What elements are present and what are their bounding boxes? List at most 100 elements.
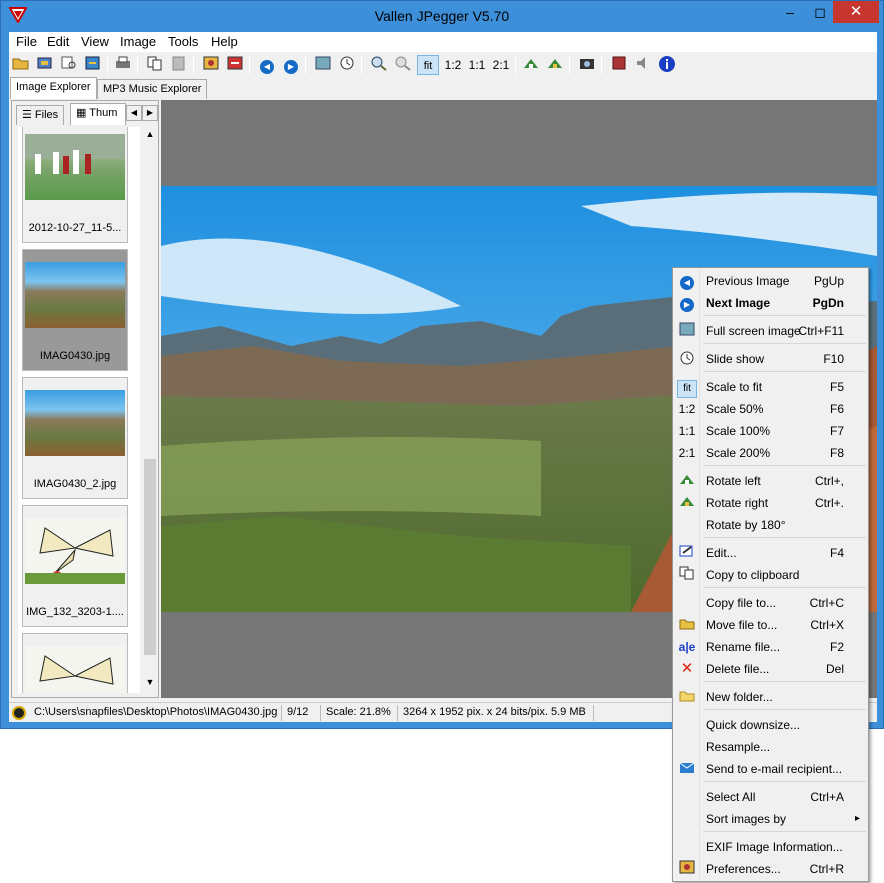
menu-file[interactable]: File [16, 34, 37, 49]
menu-item-scale-200[interactable]: 2:1 Scale 200% F8 [675, 442, 866, 464]
menu-item-copy-to-clipboard[interactable]: Copy to clipboard [675, 564, 866, 586]
thumbnail-panel: ☰ Files ▦ Thum ◀ ▶ 2012-10-27_11-5... IM… [11, 100, 159, 698]
thumbnail-scrollbar[interactable]: ▲ ▼ [142, 127, 158, 693]
menu-item-label: Scale 50% [706, 402, 764, 416]
tab-mp3-music-explorer[interactable]: MP3 Music Explorer [97, 79, 208, 99]
fullscreen-icon[interactable] [313, 55, 333, 75]
tab-image-explorer[interactable]: Image Explorer [10, 77, 97, 99]
menu-item-scale-to-fit[interactable]: fit Scale to fit F5 [675, 376, 866, 398]
rotate-right-icon[interactable] [545, 55, 565, 75]
menu-item-delete-file[interactable]: ✕ Delete file... Del [675, 658, 866, 680]
menu-item-label: Rotate by 180° [706, 518, 786, 532]
menu-item-full-screen-image[interactable]: Full screen image Ctrl+F11 [675, 320, 866, 342]
scale-50-button[interactable]: 1:2 [443, 55, 463, 75]
scrollbar-thumb[interactable] [144, 459, 156, 655]
preferences-icon[interactable] [201, 55, 221, 75]
thumbnail-image [25, 646, 125, 693]
scale-100-button[interactable]: 1:1 [467, 55, 487, 75]
camera-icon[interactable] [577, 55, 597, 75]
tab-scroll-left-button[interactable]: ◀ [126, 105, 142, 121]
menu-item-shortcut: F7 [829, 424, 844, 438]
book-icon[interactable] [609, 55, 629, 75]
menu-item-send-to-e-mail-recipient[interactable]: Send to e-mail recipient... [675, 758, 866, 780]
menu-help[interactable]: Help [211, 34, 238, 49]
menu-item-scale-100[interactable]: 1:1 Scale 100% F7 [675, 420, 866, 442]
menu-item-next-image[interactable]: ▶ Next Image PgDn [675, 292, 866, 314]
menu-item-shortcut: F6 [829, 402, 844, 416]
menu-item-label: Next Image [706, 296, 771, 310]
thumbnail-item[interactable]: IMG_132_3203-1.... [22, 505, 128, 627]
paste-icon[interactable] [169, 55, 189, 75]
menu-tools[interactable]: Tools [168, 34, 198, 49]
menu-item-label: Sort images by [706, 812, 787, 826]
menu-item-rename-file[interactable]: a|e Rename file... F2 [675, 636, 866, 658]
info-icon[interactable] [657, 55, 677, 75]
slideshow-icon[interactable] [337, 55, 357, 75]
open-folder-icon[interactable] [11, 55, 31, 75]
status-path: C:\Users\snapfiles\Desktop\Photos\IMAG04… [34, 706, 278, 718]
menu-item-shortcut: F8 [829, 446, 844, 460]
scale-200-button[interactable]: 2:1 [491, 55, 511, 75]
find-icon[interactable] [59, 55, 79, 75]
menu-edit[interactable]: Edit [47, 34, 69, 49]
menu-item-label: Copy to clipboard [706, 568, 800, 582]
scale-to-fit-button[interactable]: fit [417, 55, 439, 75]
menu-item-copy-file-to[interactable]: Copy file to... Ctrl+C [675, 592, 866, 614]
refresh-icon[interactable] [83, 55, 103, 75]
menu-item-sort-images-by[interactable]: Sort images by ▸ [675, 808, 866, 830]
menu-item-slide-show[interactable]: Slide show F10 [675, 348, 866, 370]
tab-files[interactable]: ☰ Files [16, 105, 65, 125]
maximize-button[interactable]: ◻ [807, 2, 833, 24]
rotate-left-icon[interactable] [521, 55, 541, 75]
status-scale: Scale: 21.8% [326, 706, 391, 718]
thumbnail-caption: IMAG0430.jpg [39, 350, 111, 362]
menu-item-move-file-to[interactable]: Move file to... Ctrl+X [675, 614, 866, 636]
menu-item-rotate-by-180[interactable]: Rotate by 180° [675, 514, 866, 536]
minimize-button[interactable]: – [773, 2, 807, 24]
thumbnail-item[interactable]: IMAG0430_2.jpg [22, 377, 128, 499]
menu-item-previous-image[interactable]: ◀ Previous Image PgUp [675, 270, 866, 292]
menu-item-rotate-right[interactable]: Rotate right Ctrl+. [675, 492, 866, 514]
previous-icon: ◀ [677, 272, 697, 290]
tab-scroll-right-button[interactable]: ▶ [142, 105, 158, 121]
thumbnail-item[interactable]: 2012-10-27_11-5... [22, 127, 128, 243]
next-icon: ▶ [677, 294, 697, 312]
menu-item-shortcut: Ctrl+F11 [798, 324, 844, 338]
zoom-in-icon[interactable] [369, 55, 389, 75]
rotate-right-icon [677, 494, 697, 512]
status-indicator-icon [12, 706, 26, 720]
exit-icon[interactable] [225, 55, 245, 75]
menu-item-exif-image-information[interactable]: EXIF Image Information... [675, 836, 866, 858]
thumbnail-caption: IMAG0430_2.jpg [33, 478, 117, 490]
menu-item-resample[interactable]: Resample... [675, 736, 866, 758]
menu-item-label: Rename file... [706, 640, 781, 654]
scale-200-icon: 2:1 [678, 446, 696, 460]
open-image-icon[interactable] [35, 55, 55, 75]
menu-item-edit[interactable]: Edit... F4 [675, 542, 866, 564]
menu-item-select-all[interactable]: Select All Ctrl+A [675, 786, 866, 808]
menu-item-shortcut: F10 [823, 352, 844, 366]
tab-thumbnails[interactable]: ▦ Thum [70, 103, 126, 125]
copy-icon[interactable] [145, 55, 165, 75]
menu-item-preferences[interactable]: Preferences... Ctrl+R [675, 858, 866, 880]
menu-view[interactable]: View [81, 34, 109, 49]
zoom-out-icon[interactable] [393, 55, 413, 75]
previous-image-icon[interactable]: ◀ [257, 55, 277, 75]
menu-item-label: Scale 100% [706, 424, 771, 438]
status-index: 9/12 [287, 706, 309, 718]
sound-icon[interactable] [633, 55, 653, 75]
scroll-down-icon[interactable]: ▼ [144, 677, 156, 689]
menu-item-scale-50[interactable]: 1:2 Scale 50% F6 [675, 398, 866, 420]
thumbnail-item[interactable] [22, 633, 128, 693]
menu-item-quick-downsize[interactable]: Quick downsize... [675, 714, 866, 736]
menu-item-rotate-left[interactable]: Rotate left Ctrl+, [675, 470, 866, 492]
menu-item-label: Scale to fit [706, 380, 763, 394]
close-button[interactable]: ✕ [833, 1, 879, 23]
title-bar[interactable]: Vallen JPegger V5.70 – ◻ ✕ [1, 1, 883, 31]
scroll-up-icon[interactable]: ▲ [144, 129, 156, 141]
print-icon[interactable] [113, 55, 133, 75]
menu-item-new-folder[interactable]: New folder... [675, 686, 866, 708]
thumbnail-item-selected[interactable]: IMAG0430.jpg [22, 249, 128, 371]
next-image-icon[interactable]: ▶ [281, 55, 301, 75]
menu-image[interactable]: Image [120, 34, 156, 49]
